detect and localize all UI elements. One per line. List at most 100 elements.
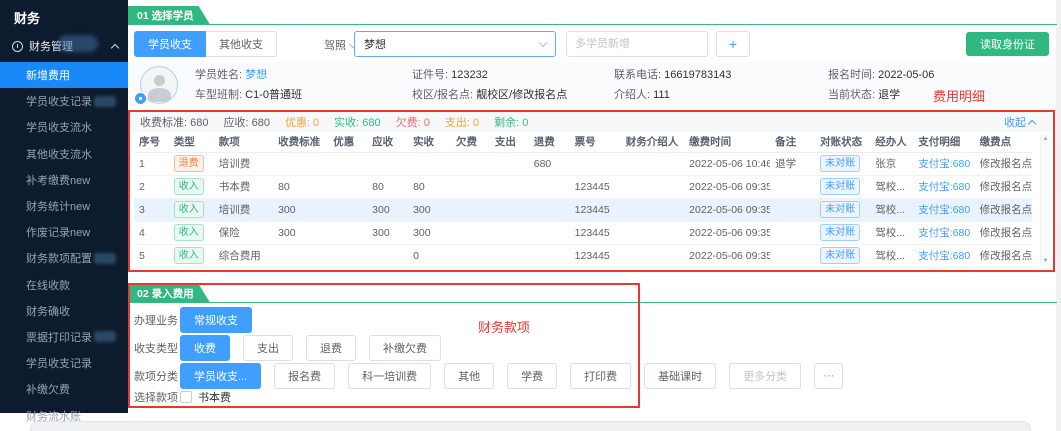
summary-item: 实收: 680: [334, 114, 380, 130]
add-student-button[interactable]: +: [716, 31, 750, 57]
payment-detail-link[interactable]: 支付宝:680: [918, 204, 970, 216]
table-cell: [408, 152, 451, 175]
fee-detail-panel: 收费标准: 680应收: 680优惠: 0实收: 680欠费: 0支出: 0剩余…: [130, 112, 1053, 270]
student-info-panel: 学员姓名: 梦想 车型班制: C1-0普通班 证件号: 123232 校区/报名…: [128, 62, 1057, 108]
table-cell: 修改报名点: [975, 221, 1032, 244]
collapse-link[interactable]: 收起: [1004, 114, 1035, 130]
main-content: 01 选择学员 学员收支其他收支 驾照 梦想 + 读取身份证: [128, 0, 1061, 431]
more-categories-button[interactable]: ···: [814, 363, 843, 389]
avatar-edit-badge[interactable]: [134, 92, 147, 105]
multi-student-input[interactable]: [566, 31, 708, 57]
student-name-link[interactable]: 梦想: [245, 69, 267, 81]
option-button[interactable]: 学费: [507, 363, 557, 389]
sidebar-item-label: 补考缴费new: [26, 172, 90, 188]
license-filter[interactable]: 驾照: [324, 37, 356, 53]
option-button[interactable]: 基础课时: [644, 363, 716, 389]
payment-detail-link[interactable]: 支付宝:680: [918, 158, 970, 170]
sidebar-item[interactable]: 财务款项配置: [0, 245, 128, 271]
avatar-person-icon: [154, 75, 165, 86]
cell-type: 收入: [169, 221, 214, 244]
payment-detail-link[interactable]: 支付宝:680: [918, 250, 970, 262]
row-type-tag: 收入: [174, 247, 204, 264]
option-buttons: 学员收支... 报名费科一培训费其他学费打印费基础课时更多分类 ···: [180, 363, 843, 389]
fee-type-toggle-button[interactable]: 学员收支: [134, 31, 206, 57]
table-cell: 123445: [570, 198, 621, 221]
table-cell: 培训费: [214, 198, 273, 221]
table-cell: 驾校...: [870, 221, 913, 244]
table-row[interactable]: 4收入保险3003003001234452022-05-06 09:35未对账驾…: [134, 221, 1032, 244]
cell-type: 收入: [169, 198, 214, 221]
sidebar-item[interactable]: 其他收支流水: [0, 141, 128, 167]
cell-reconcile-status: 未对账: [815, 244, 870, 267]
table-cell: [490, 152, 529, 175]
table-row[interactable]: 3收入培训费3003003001234452022-05-06 09:35未对账…: [134, 198, 1032, 221]
option-button[interactable]: 常规收支: [180, 307, 252, 333]
cell-type: 退费: [169, 152, 214, 175]
cell-payment-detail: 支付宝:680: [913, 152, 974, 175]
option-button[interactable]: 科一培训费: [348, 363, 431, 389]
table-row[interactable]: 5收入综合费用01234452022-05-06 09:35未对账驾校...支付…: [134, 244, 1032, 267]
option-button[interactable]: 退费: [306, 335, 356, 361]
sidebar-item[interactable]: 财务流水账: [0, 402, 128, 428]
sidebar-item[interactable]: 学员收支记录: [0, 350, 128, 376]
table-scrollbar[interactable]: ▲ ▼: [1040, 134, 1050, 266]
cell-type: 收入: [169, 244, 214, 267]
table-cell: 培训费: [214, 152, 273, 175]
option-buttons: 常规收支: [180, 307, 252, 333]
summary-item: 收费标准: 680: [140, 114, 208, 130]
entry-row: 收支类型收费支出退费补缴欠费: [134, 335, 843, 361]
fee-type-toggle-button[interactable]: 其他收支: [206, 31, 277, 57]
sidebar-item[interactable]: 新增费用: [0, 62, 128, 88]
table-cell: 80: [367, 175, 408, 198]
sidebar-group-finance-manage[interactable]: 财务管理: [0, 32, 128, 60]
option-button[interactable]: 打印费: [570, 363, 631, 389]
column-header: 欠费: [451, 132, 490, 152]
payment-detail-link[interactable]: 支付宝:680: [918, 227, 970, 239]
collapse-link-label: 收起: [1004, 114, 1026, 130]
option-button[interactable]: 学员收支...: [180, 363, 261, 389]
sidebar-item[interactable]: 票据打印记录: [0, 324, 128, 350]
sidebar-item-label: 作废记录new: [26, 224, 90, 240]
scroll-up-icon[interactable]: ▲: [1043, 136, 1049, 142]
option-button[interactable]: 支出: [243, 335, 293, 361]
fee-type-toggle: 学员收支其他收支: [134, 31, 277, 57]
id-label: 证件号:: [412, 69, 448, 81]
id-value: 123232: [451, 69, 488, 81]
student-select[interactable]: 梦想: [354, 31, 556, 57]
tab-enter-fee: 02 录入费用: [128, 284, 210, 302]
column-header: 经办人: [870, 132, 913, 152]
option-button[interactable]: 补缴欠费: [369, 335, 441, 361]
sidebar-item[interactable]: 在线收款: [0, 272, 128, 298]
option-button[interactable]: 报名费: [274, 363, 335, 389]
table-row[interactable]: 2收入书本费8080801234452022-05-06 09:35未对账驾校.…: [134, 175, 1032, 198]
sidebar-item[interactable]: 补缴欠费: [0, 376, 128, 402]
payment-detail-link[interactable]: 支付宝:680: [918, 181, 970, 193]
table-cell: 680: [529, 152, 570, 175]
campus-value: 靓校区/修改报名点: [476, 89, 567, 101]
section01-divider: [128, 24, 1057, 25]
referrer-label: 介绍人:: [614, 89, 650, 101]
table-cell: [367, 152, 408, 175]
sidebar-item[interactable]: 作废记录new: [0, 219, 128, 245]
scroll-down-icon[interactable]: ▼: [1043, 258, 1049, 264]
table-row[interactable]: 1退费培训费6802022-05-06 10:46退学未对账张京支付宝:680修…: [134, 152, 1032, 175]
table-cell: 300: [367, 198, 408, 221]
option-button[interactable]: 其他: [444, 363, 494, 389]
option-button[interactable]: 更多分类: [729, 363, 801, 389]
sidebar-item[interactable]: 学员收支记录: [0, 88, 128, 114]
read-id-card-button[interactable]: 读取身份证: [966, 32, 1049, 56]
table-cell: 80: [273, 175, 328, 198]
sidebar-item[interactable]: 补考缴费new: [0, 167, 128, 193]
table-cell: 2022-05-06 09:35: [684, 175, 770, 198]
page-scrollbar[interactable]: [1056, 0, 1061, 431]
fee-summary-bar: 收费标准: 680应收: 680优惠: 0实收: 680欠费: 0支出: 0剩余…: [130, 112, 1053, 132]
sidebar-item[interactable]: 财务确收: [0, 298, 128, 324]
sidebar-item-label: 财务款项配置: [26, 250, 92, 266]
sidebar-item[interactable]: 财务统计new: [0, 193, 128, 219]
book-fee-checkbox[interactable]: [180, 391, 192, 403]
table-cell: [621, 221, 684, 244]
sidebar-item[interactable]: 学员收支流水: [0, 114, 128, 140]
reconcile-status-tag: 未对账: [820, 224, 860, 241]
option-button[interactable]: 收费: [180, 335, 230, 361]
field-label: 款项分类: [134, 368, 180, 384]
